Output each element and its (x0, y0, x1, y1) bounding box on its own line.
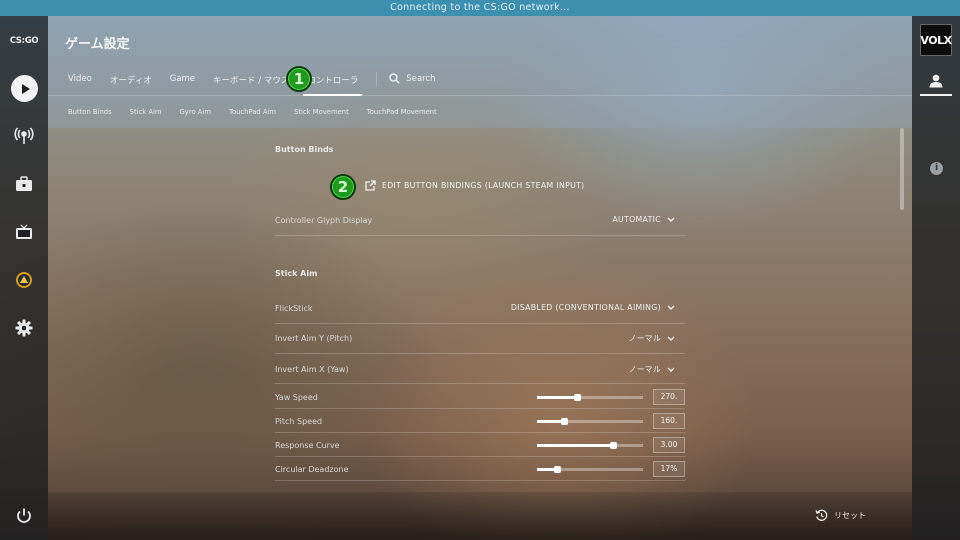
subtab-button-binds[interactable]: Button Binds (68, 108, 112, 116)
tab-separator (376, 72, 378, 86)
subtab-touchpad-movement[interactable]: TouchPad Movement (367, 108, 437, 116)
gear-icon (15, 319, 33, 337)
inventory-icon (16, 176, 32, 191)
controller-glyph-display-label: Controller Glyph Display (275, 216, 373, 225)
yaw-speed-slider[interactable] (537, 394, 643, 401)
search-icon (389, 73, 401, 84)
circular-deadzone-slider[interactable] (537, 466, 643, 473)
chevron-down-icon (667, 217, 675, 222)
edit-button-bindings-button[interactable]: EDIT BUTTON BINDINGS (LAUNCH STEAM INPUT… (365, 180, 585, 191)
invert-aim-x-value: ノーマル (628, 365, 661, 374)
invert-aim-y-value: ノーマル (628, 334, 661, 343)
settings-button[interactable] (12, 316, 36, 340)
invert-aim-x-dropdown[interactable]: ノーマル (629, 364, 675, 375)
settings-header: ゲーム設定 Video オーディオ Game キーボード / マウス コントロー… (48, 16, 912, 128)
flickstick-value: DISABLED (CONVENTIONAL AIMING) (510, 303, 661, 312)
circular-deadzone-label: Circular Deadzone (275, 465, 349, 474)
response-curve-slider-handle[interactable] (610, 442, 617, 449)
inventory-button[interactable] (12, 172, 36, 196)
yaw-speed-value[interactable]: 270. (653, 389, 685, 405)
subtab-stick-movement[interactable]: Stick Movement (294, 108, 349, 116)
subtab-stick-aim[interactable]: Stick Aim (130, 108, 162, 116)
tab-video[interactable]: Video (68, 68, 92, 92)
tab-game[interactable]: Game (170, 68, 195, 92)
friends-tab[interactable] (920, 68, 952, 96)
response-curve-label: Response Curve (275, 441, 340, 450)
subtab-gyro-aim[interactable]: Gyro Aim (180, 108, 211, 116)
info-icon[interactable]: i (930, 162, 943, 175)
csgo-logo: CS:GO (9, 36, 39, 46)
header-divider (48, 95, 912, 96)
section-title-stick-aim: Stick Aim (275, 269, 318, 278)
avatar[interactable]: VOLX (920, 24, 952, 56)
flickstick-row: FlickStick DISABLED (CONVENTIONAL AIMING… (275, 294, 685, 324)
chevron-down-icon (667, 305, 675, 310)
external-link-icon (365, 180, 376, 191)
edit-button-bindings-label: EDIT BUTTON BINDINGS (LAUNCH STEAM INPUT… (382, 181, 585, 190)
yaw-speed-slider-fill (537, 396, 577, 399)
broadcast-button[interactable] (12, 124, 36, 148)
controller-glyph-display-dropdown[interactable]: AUTOMATIC (612, 215, 675, 224)
search-label: Search (406, 73, 436, 84)
connection-status-text: Connecting to the CS:GO network... (390, 2, 570, 13)
content-scrollbar[interactable] (900, 128, 904, 210)
chevron-down-icon (667, 336, 675, 341)
profile-rank-icon (16, 272, 32, 288)
controller-glyph-display-row: Controller Glyph Display AUTOMATIC (275, 206, 685, 236)
yaw-speed-slider-handle[interactable] (574, 394, 581, 401)
tab-audio[interactable]: オーディオ (110, 68, 152, 94)
annotation-marker-1: 1 (286, 66, 312, 92)
connection-status-bar: Connecting to the CS:GO network... (0, 0, 960, 16)
invert-aim-y-row: Invert Aim Y (Pitch) ノーマル (275, 324, 685, 354)
controller-glyph-display-value: AUTOMATIC (612, 215, 661, 224)
settings-tabs: Video オーディオ Game キーボード / マウス コントローラ Sear… (68, 68, 436, 96)
reset-history-icon (815, 509, 828, 521)
flickstick-dropdown[interactable]: DISABLED (CONVENTIONAL AIMING) (511, 303, 675, 312)
right-sidebar: VOLX i (912, 16, 960, 540)
flickstick-label: FlickStick (275, 304, 313, 313)
broadcast-icon (14, 127, 34, 144)
play-button[interactable] (11, 75, 38, 102)
page-title: ゲーム設定 (65, 37, 130, 52)
pitch-speed-slider-handle[interactable] (561, 418, 568, 425)
response-curve-value[interactable]: 3.00 (653, 437, 685, 453)
response-curve-slider[interactable] (537, 442, 643, 449)
power-icon (17, 508, 31, 523)
pitch-speed-label: Pitch Speed (275, 417, 323, 426)
power-button[interactable] (12, 504, 36, 528)
invert-aim-y-label: Invert Aim Y (Pitch) (275, 334, 353, 343)
play-icon (21, 83, 30, 94)
reset-label: リセット (834, 511, 866, 520)
circular-deadzone-slider-handle[interactable] (554, 466, 561, 473)
invert-aim-x-label: Invert Aim X (Yaw) (275, 365, 349, 374)
reset-button[interactable]: リセット (815, 509, 866, 522)
invert-aim-y-dropdown[interactable]: ノーマル (629, 333, 675, 344)
tab-keyboard-mouse[interactable]: キーボード / マウス (213, 68, 289, 94)
yaw-speed-label: Yaw Speed (275, 393, 318, 402)
response-curve-slider-fill (537, 444, 613, 447)
tv-icon (16, 224, 32, 239)
pitch-speed-value[interactable]: 160. (653, 413, 685, 429)
section-title-button-binds: Button Binds (275, 145, 334, 154)
settings-content: Button Binds EDIT BUTTON BINDINGS (LAUNC… (275, 128, 685, 492)
profile-rank-button[interactable] (12, 268, 36, 292)
pitch-speed-slider[interactable] (537, 418, 643, 425)
search-button[interactable]: Search (389, 68, 436, 84)
circular-deadzone-row: Circular Deadzone 17% (275, 457, 685, 481)
settings-footer: リセット (48, 492, 912, 540)
tab-controller[interactable]: コントローラ (303, 68, 363, 96)
circular-deadzone-value[interactable]: 17% (653, 461, 685, 477)
pitch-speed-row: Pitch Speed 160. (275, 409, 685, 433)
settings-subtabs: Button Binds Stick Aim Gyro Aim TouchPad… (68, 108, 455, 116)
user-icon (929, 74, 943, 88)
left-sidebar: CS:GO (0, 16, 48, 540)
invert-aim-x-row: Invert Aim X (Yaw) ノーマル (275, 354, 685, 384)
response-curve-row: Response Curve 3.00 (275, 433, 685, 457)
subtab-touchpad-aim[interactable]: TouchPad Aim (229, 108, 276, 116)
yaw-speed-row: Yaw Speed 270. (275, 385, 685, 409)
watch-button[interactable] (12, 220, 36, 244)
chevron-down-icon (667, 367, 675, 372)
pitch-speed-slider-fill (537, 420, 564, 423)
